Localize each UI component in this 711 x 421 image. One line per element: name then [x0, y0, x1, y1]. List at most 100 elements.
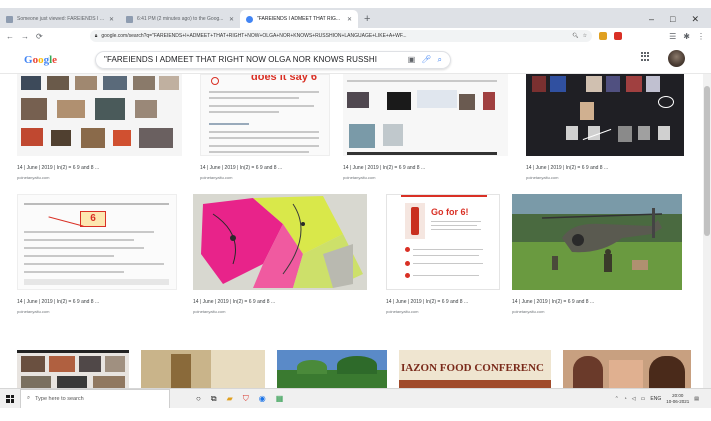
close-window-button[interactable]: ✕: [691, 10, 699, 28]
app-icon[interactable]: ▦: [276, 389, 284, 409]
chrome-icon[interactable]: ◉: [259, 389, 266, 409]
extension-icon[interactable]: [599, 32, 608, 40]
taskbar-search[interactable]: ⌕ Type here to search: [20, 388, 170, 409]
result-caption[interactable]: 14 | June | 2019 | In(2) = 6 9 and 8 ...: [193, 299, 275, 305]
google-header: Google "FAREIENDS I ADMEET THAT RIGHT NO…: [0, 46, 711, 74]
camera-icon[interactable]: ▣: [408, 55, 416, 64]
search-box[interactable]: "FAREIENDS I ADMEET THAT RIGHT NOW OLGA …: [95, 50, 451, 69]
result-caption[interactable]: 14 | June | 2019 | In(2) = 6 9 and 8 ...: [343, 165, 425, 171]
search-icon: ⌕: [27, 395, 31, 401]
result-source[interactable]: poinetanyaltu.com: [526, 175, 558, 180]
apps-grid-icon[interactable]: [641, 52, 650, 61]
tab-favicon-icon: [126, 15, 133, 23]
tab-close-icon[interactable]: ✕: [229, 16, 234, 23]
result-thumb-2[interactable]: does it say 6: [200, 74, 330, 156]
result-source[interactable]: poinetanyaltu.com: [343, 175, 375, 180]
browser-toolbar: ← → ⟳ 🔒︎ google.com/search?q="FAREIENDS+…: [0, 28, 711, 44]
tab-close-icon[interactable]: ✕: [347, 16, 352, 23]
tray-chevron-icon[interactable]: ⌃: [615, 396, 619, 402]
result-thumb-3[interactable]: [343, 74, 508, 156]
thumb-headline-text: Go for 6!: [431, 207, 469, 217]
lock-icon: 🔒︎: [94, 33, 98, 39]
result-thumb-9[interactable]: [17, 350, 129, 388]
clock-date: 10-06-2021: [666, 398, 690, 404]
taskbar-apps: ○ ⧉ ▰ ⛉ ◉ ▦: [196, 389, 283, 409]
thumb-number-text: 6: [80, 211, 106, 227]
result-thumb-8[interactable]: [512, 194, 682, 290]
result-source[interactable]: poinetanyaltu.com: [512, 309, 544, 314]
vertical-scrollbar[interactable]: [703, 74, 711, 388]
result-caption[interactable]: 14 | June | 2019 | In(2) = 6 9 and 8 ...: [200, 165, 282, 171]
result-thumb-6[interactable]: [193, 194, 367, 290]
result-caption[interactable]: 14 | June | 2019 | In(2) = 6 9 and 8 ...: [526, 165, 608, 171]
result-source[interactable]: poinetanyaltu.com: [386, 309, 418, 314]
result-thumb-1[interactable]: [17, 74, 182, 156]
tab-favicon-icon: [6, 15, 13, 23]
address-bar[interactable]: 🔒︎ google.com/search?q="FAREIENDS+I+ADME…: [89, 30, 593, 42]
browser-tab-1[interactable]: Someone just viewed: FAREIENDS I A... ✕: [0, 10, 120, 28]
menu-dots-icon[interactable]: ⋮: [697, 32, 705, 41]
task-view-icon[interactable]: ⧉: [211, 389, 217, 409]
minimize-button[interactable]: –: [649, 10, 654, 28]
browser-tab-2[interactable]: 6:41 PM (2 minutes ago) to the Goog... ✕: [120, 10, 240, 28]
helicopter-photo: [512, 194, 682, 290]
battery-icon[interactable]: ▭: [641, 396, 646, 402]
account-avatar[interactable]: [668, 50, 685, 67]
start-button[interactable]: [0, 389, 20, 409]
result-source[interactable]: poinetanyaltu.com: [17, 309, 49, 314]
brave-icon[interactable]: ⛉: [243, 389, 249, 409]
result-source[interactable]: poinetanyaltu.com: [17, 175, 49, 180]
tab-close-icon[interactable]: ✕: [109, 16, 114, 23]
image-results: does it say 6 14 | June | 2019 | In(2) =…: [0, 74, 703, 388]
google-logo[interactable]: Google: [24, 54, 79, 66]
system-tray: ⌃ ◔ ◁ ▭ ENG 20:00 10-06-2021 ▤: [615, 393, 711, 405]
puzzle-icon[interactable]: ✱: [683, 32, 690, 41]
tab-label: "FAREIENDS I ADMEET THAT RIG...: [257, 16, 341, 22]
star-icon[interactable]: ☆: [583, 33, 587, 39]
mic-icon[interactable]: 🎤︎: [421, 55, 431, 64]
result-thumb-13[interactable]: [563, 350, 691, 388]
logo-letter: G: [24, 53, 33, 66]
thumb-banner-text: IAZON FOOD CONFERENC: [401, 362, 545, 374]
notifications-icon[interactable]: ▤: [694, 396, 699, 402]
windows-taskbar: ⌕ Type here to search ○ ⧉ ▰ ⛉ ◉ ▦ ⌃ ◔ ◁ …: [0, 388, 711, 409]
url-text: google.com/search?q="FAREIENDS+I+ADMEET+…: [101, 33, 407, 39]
search-query: "FAREIENDS I ADMEET THAT RIGHT NOW OLGA …: [104, 55, 378, 64]
search-icon[interactable]: ⌕: [438, 55, 442, 65]
language-indicator[interactable]: ENG: [650, 396, 661, 402]
result-caption[interactable]: 14 | June | 2019 | In(2) = 6 9 and 8 ...: [17, 299, 99, 305]
taskbar-search-placeholder: Type here to search: [35, 395, 84, 402]
result-source[interactable]: poinetanyaltu.com: [193, 309, 225, 314]
file-explorer-icon[interactable]: ▰: [227, 389, 233, 409]
tab-strip: Someone just viewed: FAREIENDS I A... ✕ …: [0, 8, 711, 28]
result-thumb-5[interactable]: 6: [17, 194, 177, 290]
forward-arrow-icon[interactable]: →: [21, 32, 29, 41]
reload-icon[interactable]: ⟳: [36, 32, 43, 41]
result-caption[interactable]: 14 | June | 2019 | In(2) = 6 9 and 8 ...: [17, 165, 99, 171]
cortana-icon[interactable]: ○: [196, 389, 201, 409]
result-thumb-12[interactable]: IAZON FOOD CONFERENC: [399, 350, 551, 388]
browser-tab-active[interactable]: "FAREIENDS I ADMEET THAT RIG... ✕: [240, 10, 358, 28]
bottom-strip: [0, 408, 711, 421]
maximize-button[interactable]: □: [670, 10, 675, 28]
thumb-overlay-text: does it say 6: [251, 74, 318, 83]
tab-label: 6:41 PM (2 minutes ago) to the Goog...: [137, 16, 224, 22]
new-tab-button[interactable]: +: [358, 10, 376, 28]
result-thumb-11[interactable]: [277, 350, 387, 388]
clock[interactable]: 20:00 10-06-2021: [666, 393, 689, 405]
result-caption[interactable]: 14 | June | 2019 | In(2) = 6 9 and 8 ...: [386, 299, 468, 305]
zoom-icon[interactable]: 🔍︎: [572, 33, 578, 39]
result-thumb-4[interactable]: [526, 74, 684, 156]
network-icon[interactable]: ◔: [624, 396, 627, 402]
scrollbar-thumb[interactable]: [704, 86, 710, 236]
back-arrow-icon[interactable]: ←: [6, 32, 14, 41]
screen: Someone just viewed: FAREIENDS I A... ✕ …: [0, 0, 711, 421]
google-favicon-icon: [246, 15, 253, 23]
result-thumb-10[interactable]: [141, 350, 265, 388]
result-caption[interactable]: 14 | June | 2019 | In(2) = 6 9 and 8 ...: [512, 299, 594, 305]
extension-icon[interactable]: [614, 32, 623, 40]
result-thumb-7[interactable]: Go for 6!: [386, 194, 500, 290]
result-source[interactable]: poinetanyaltu.com: [200, 175, 232, 180]
volume-icon[interactable]: ◁: [632, 396, 636, 402]
reading-list-icon[interactable]: ☰: [669, 32, 676, 41]
